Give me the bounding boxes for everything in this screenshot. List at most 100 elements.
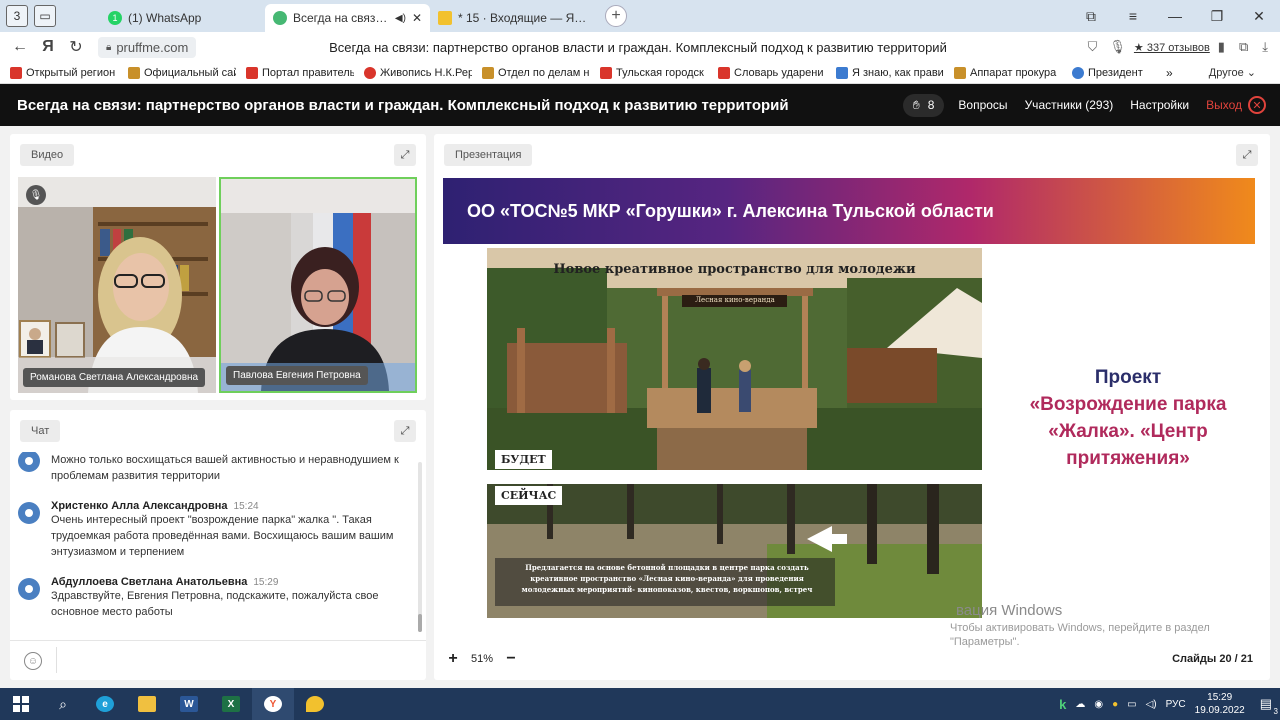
kaspersky-icon[interactable]: k xyxy=(1059,697,1066,712)
tab-title: Всегда на связи: пар xyxy=(293,11,389,25)
project-title-line1: Проект xyxy=(1094,367,1162,388)
bookmark-label: Аппарат прокура xyxy=(970,66,1057,79)
participants-link[interactable]: Участники (293) xyxy=(1025,98,1114,112)
reload-icon[interactable]: ↻ xyxy=(62,37,90,57)
excel-icon[interactable]: X xyxy=(210,688,252,720)
bookmark-item[interactable]: Официальный сай xyxy=(128,66,236,79)
bookmark-item[interactable]: Отдел по делам н xyxy=(482,66,590,79)
exit-button[interactable]: Выход ✕ xyxy=(1206,96,1266,114)
close-tab-icon[interactable]: ✕ xyxy=(412,11,422,25)
raised-hands-button[interactable]: ✋︎ 8 xyxy=(902,93,945,117)
search-icon[interactable]: ⌕ xyxy=(42,688,84,720)
bookmark-item[interactable]: Аппарат прокура xyxy=(954,66,1062,79)
reviews-link[interactable]: ★ 337 отзывов xyxy=(1134,41,1210,54)
tab-counter-icon[interactable]: 3 xyxy=(6,5,28,27)
slide-image-now: СЕЙЧАС Предлагается на основе бетонной п… xyxy=(487,484,982,618)
clock[interactable]: 15:29 19.09.2022 xyxy=(1195,691,1245,717)
menu-icon[interactable]: ≡ xyxy=(1112,8,1154,24)
mic-icon[interactable]: 🎙︎ xyxy=(1109,39,1126,55)
close-window-icon[interactable]: ✕ xyxy=(1238,8,1280,25)
windows-start-icon[interactable] xyxy=(0,688,42,720)
speaker-icon[interactable]: ◀) xyxy=(395,13,406,24)
zoom-level: 51% xyxy=(471,653,494,665)
bookmark-item[interactable]: Открытый регион xyxy=(10,66,118,79)
extensions-icon[interactable]: ⧉ xyxy=(1239,39,1248,55)
presentation-slide: ОО «ТОС№5 МКР «Горушки» г. Алексина Туль… xyxy=(443,178,1257,634)
slide-image-description: Предлагается на основе бетонной площадки… xyxy=(521,563,813,594)
slide-image-future: Новое креативное пространство для молоде… xyxy=(487,248,982,470)
webinar-header: Всегда на связи: партнерство органов вла… xyxy=(0,84,1280,126)
bookmark-label: Тульская городск xyxy=(616,66,704,79)
notifications-icon[interactable]: ▤ 3 xyxy=(1260,696,1278,716)
chat-app-icon[interactable] xyxy=(294,688,336,720)
bookmark-item[interactable]: Живопись Н.К.Рер xyxy=(364,66,472,79)
network-icon[interactable]: ▭ xyxy=(1127,699,1136,710)
volume-icon[interactable]: ◁) xyxy=(1146,699,1157,710)
browser-tab-bar: 3 ▭ 1 (1) WhatsApp Всегда на связи: пар … xyxy=(0,0,1280,32)
yandex-disk-icon[interactable]: ◉ xyxy=(1094,699,1103,710)
folder-add-icon[interactable]: ▭ xyxy=(34,5,56,27)
slide-counter: Слайды 20 / 21 xyxy=(1172,653,1253,665)
video-tile-romanova[interactable]: 🎙︎ Романова Светлана Александровна xyxy=(18,177,216,393)
bookmark-icon[interactable]: ▮ xyxy=(1218,39,1225,55)
url-domain: pruffme.com xyxy=(116,39,189,55)
edge-icon[interactable]: e xyxy=(84,688,126,720)
expand-icon[interactable]: ⤢ xyxy=(394,144,416,166)
pruffme-icon xyxy=(273,11,287,25)
emoji-icon[interactable]: ☺ xyxy=(24,652,42,670)
protect-icon[interactable]: ⛉ xyxy=(1088,39,1098,55)
bookmark-item[interactable]: Словарь ударени xyxy=(718,66,826,79)
back-icon[interactable]: ← xyxy=(6,38,34,56)
slide-banner-text: ОО «ТОС№5 МКР «Горушки» г. Алексина Туль… xyxy=(467,200,994,221)
label-now: СЕЙЧАС xyxy=(495,486,563,505)
bookmark-label: Портал правитель xyxy=(262,66,354,79)
expand-icon[interactable]: ⤢ xyxy=(1236,144,1258,166)
restore-icon[interactable]: ❐ xyxy=(1196,8,1238,25)
video-tile-pavlova[interactable]: Павлова Евгения Петровна xyxy=(219,177,417,393)
other-bookmarks-button[interactable]: Другое ⌄ xyxy=(1209,66,1256,79)
minimize-icon[interactable]: — xyxy=(1154,8,1196,24)
windows-taskbar: ⌕ e W X Y k ☁ ◉ ● ▭ ◁) РУС 15:29 19.09.2… xyxy=(0,688,1280,720)
tab-whatsapp[interactable]: 1 (1) WhatsApp xyxy=(100,4,265,32)
presentation-panel-label: Презентация xyxy=(444,144,533,166)
hand-icon: ✋︎ xyxy=(912,97,920,112)
page-title: Всегда на связи: партнерство органов вла… xyxy=(329,39,947,55)
avatar-icon xyxy=(18,502,40,524)
settings-link[interactable]: Настройки xyxy=(1130,98,1189,112)
tab-pruffme[interactable]: Всегда на связи: пар ◀) ✕ xyxy=(265,4,430,32)
file-explorer-icon[interactable] xyxy=(126,688,168,720)
questions-link[interactable]: Вопросы xyxy=(958,98,1007,112)
bookmarks-more-button[interactable]: » xyxy=(1166,66,1173,80)
bookmark-item[interactable]: Тульская городск xyxy=(600,66,708,79)
watermark-line3: "Параметры". xyxy=(950,636,1020,648)
yandex-icon[interactable]: Я xyxy=(34,38,62,56)
bookmark-favicon xyxy=(718,66,730,79)
chat-scrollbar[interactable] xyxy=(418,462,422,632)
webinar-title: Всегда на связи: партнерство органов вла… xyxy=(17,96,789,114)
clock-date: 19.09.2022 xyxy=(1194,705,1245,716)
bookmark-item[interactable]: Президент xyxy=(1072,66,1152,79)
new-tab-button[interactable]: + xyxy=(605,5,627,27)
url-field[interactable]: 🔒︎ pruffme.com xyxy=(98,36,197,58)
bookmark-item[interactable]: Я знаю, как прави xyxy=(836,66,944,79)
expand-icon[interactable]: ⤢ xyxy=(394,420,416,442)
bulb-icon[interactable]: ● xyxy=(1112,699,1118,710)
chat-author: Христенко Алла Александровна xyxy=(51,500,228,512)
slide-image-caption: Новое креативное пространство для молоде… xyxy=(553,262,916,277)
bookmark-label: Официальный сай xyxy=(144,66,236,79)
chat-message-list[interactable]: Можно только восхищаться вашей активност… xyxy=(18,452,416,632)
zoom-in-button[interactable]: + xyxy=(443,650,463,668)
yandex-browser-icon[interactable]: Y xyxy=(252,688,294,720)
bookmark-favicon xyxy=(364,66,376,79)
windows-activation-watermark: вация Windows Чтобы активировать Windows… xyxy=(950,602,1250,648)
chat-input-area[interactable]: ☺ xyxy=(10,640,426,678)
cloud-icon[interactable]: ☁ xyxy=(1075,699,1085,710)
bookmark-item[interactable]: Портал правитель xyxy=(246,66,354,79)
zoom-out-button[interactable]: − xyxy=(501,650,521,668)
tab-overview-icon[interactable]: ⧉ xyxy=(1070,8,1112,25)
download-icon[interactable]: ⤓ xyxy=(1262,39,1268,55)
bookmark-label: Президент xyxy=(1088,66,1143,79)
word-icon[interactable]: W xyxy=(168,688,210,720)
tab-yandex-mail[interactable]: * 15 · Входящие — Яндекс xyxy=(430,4,595,32)
keyboard-language[interactable]: РУС xyxy=(1166,699,1186,710)
